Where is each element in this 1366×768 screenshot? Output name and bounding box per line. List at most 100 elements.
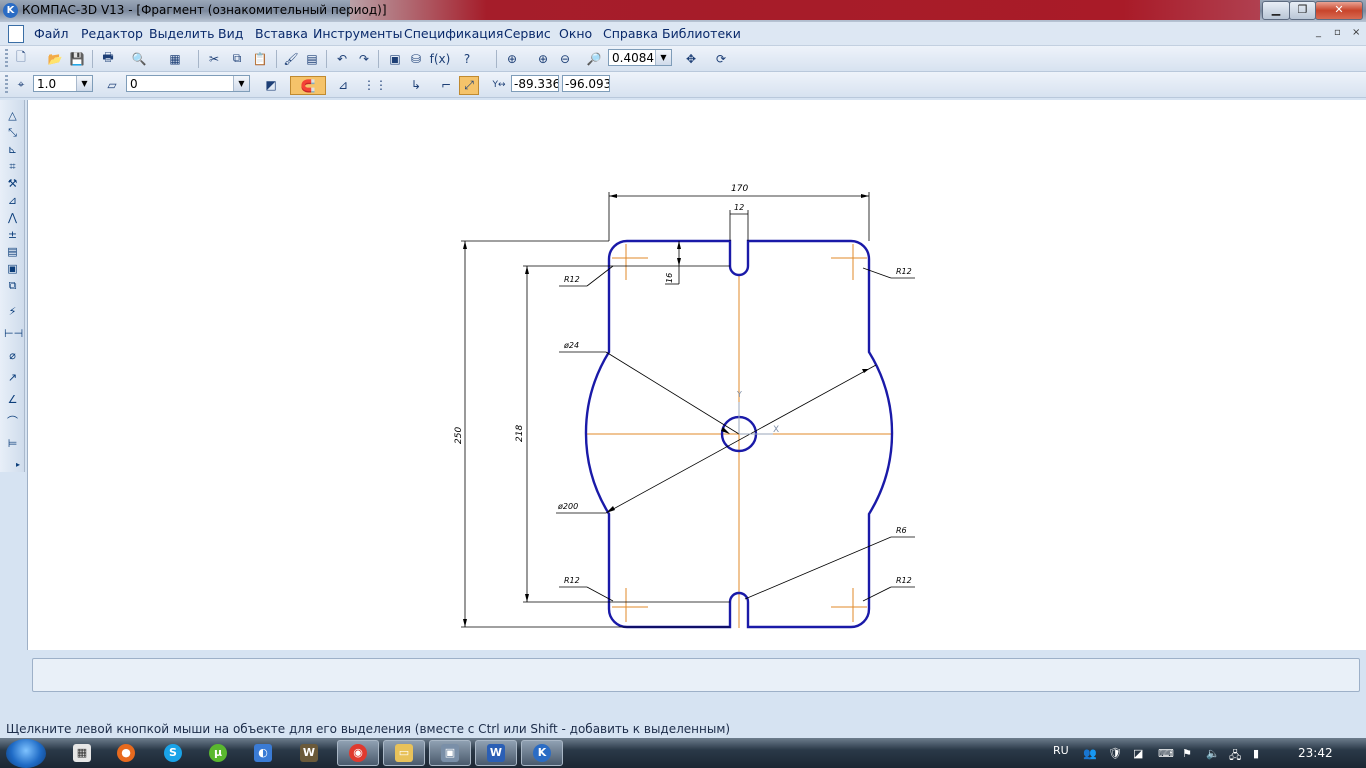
parametric-mode-icon[interactable]: ⤢ [459, 76, 479, 95]
zoom-combobox[interactable]: 0.4084 ▼ [608, 49, 672, 66]
language-indicator[interactable]: RU [1053, 744, 1069, 757]
menu-file[interactable]: Файл [34, 26, 69, 41]
menu-help[interactable]: Справка [603, 26, 658, 41]
menu-specification[interactable]: Спецификация [404, 26, 503, 41]
tray-keyboard-icon[interactable]: ⌨ [1158, 747, 1174, 760]
diameter-dim-icon[interactable]: ⌀ [4, 348, 21, 363]
tray-antivirus-icon[interactable]: 🛡 [1108, 747, 1122, 760]
redo-icon[interactable]: ↷ [355, 50, 373, 67]
drawing-canvas[interactable]: 170 12 16 250 218 R12 R12 R12 R12 R6 ø24… [27, 100, 1366, 650]
cursor-y-field[interactable]: -96.093 [562, 75, 610, 92]
doc-restore-button[interactable]: ▫ [1334, 27, 1341, 38]
firefox-icon[interactable]: ● [108, 740, 144, 766]
chevron-down-icon[interactable]: ▼ [655, 50, 671, 65]
paste-icon[interactable]: 📋 [251, 50, 269, 67]
menu-window[interactable]: Окно [559, 26, 592, 41]
toolbar-grip[interactable] [5, 75, 8, 94]
help-pointer-icon[interactable]: ? [458, 50, 476, 67]
leader-icon[interactable]: ⊨ [4, 436, 21, 451]
orthogonal-icon[interactable]: ⊿ [334, 76, 352, 93]
layer-combobox[interactable]: 0 ▼ [126, 75, 250, 92]
word-icon[interactable]: W [475, 740, 517, 766]
editing-icon[interactable]: ⌗ [4, 159, 21, 174]
point-snap-icon[interactable]: ⚡ [4, 304, 21, 319]
chevron-down-icon[interactable]: ▼ [76, 76, 92, 91]
step-combobox[interactable]: 1.0 ▼ [33, 75, 93, 92]
zoom-out-icon[interactable]: ⊖ [556, 50, 574, 67]
tray-flag-icon[interactable]: ⚑ [1182, 747, 1192, 760]
parametrization-icon[interactable]: ⚒ [4, 176, 21, 191]
toolbar-grip[interactable] [5, 49, 8, 68]
zoom-all-icon[interactable]: 🔎 [585, 50, 603, 67]
zoom-in-icon[interactable]: ⊕ [534, 50, 552, 67]
kompas-icon[interactable]: K [521, 740, 563, 766]
expand-arrow-icon[interactable]: ▸ [14, 457, 22, 472]
grid-icon[interactable]: ⋮⋮ [363, 76, 387, 93]
menu-service[interactable]: Сервис [504, 26, 551, 41]
menu-editor[interactable]: Редактор [81, 26, 143, 41]
manager-icon[interactable]: ▦ [166, 50, 184, 67]
menu-view[interactable]: Вид [218, 26, 243, 41]
menu-libraries[interactable]: Библиотеки [662, 26, 741, 41]
menu-tools[interactable]: Инструменты [313, 26, 402, 41]
selection-icon[interactable]: ⋀ [4, 210, 21, 225]
tray-nvidia-icon[interactable]: ◪ [1133, 747, 1143, 760]
chrome-icon[interactable]: ◉ [337, 740, 379, 766]
layers-icon[interactable]: ▱ [103, 76, 121, 93]
clock[interactable]: 23:42 [1298, 746, 1333, 760]
tray-network-icon[interactable]: 🖧 [1229, 747, 1241, 766]
new-document-icon[interactable]: 🗋 [12, 50, 30, 67]
copy-icon[interactable]: ⧉ [228, 50, 246, 67]
properties-icon[interactable]: ▤ [303, 50, 321, 67]
minimize-button[interactable]: ▁ [1262, 1, 1290, 20]
explorer-icon[interactable]: ▦ [64, 740, 100, 766]
reports-icon[interactable]: ▣ [4, 261, 21, 276]
dimensions-icon[interactable]: ⤡ [4, 125, 21, 140]
local-cs-icon[interactable]: ↳ [407, 76, 425, 93]
world-of-tanks-icon[interactable]: W [291, 740, 327, 766]
refresh-icon[interactable]: ⟳ [712, 50, 730, 67]
geometry-icon[interactable]: △ [4, 108, 21, 123]
doc-minimize-button[interactable]: _ [1316, 27, 1321, 38]
linear-dim-icon[interactable]: ⊢⊣ [4, 326, 23, 341]
zoom-window-icon[interactable]: ⊕ [503, 50, 521, 67]
function-icon[interactable]: f(x) [429, 50, 451, 67]
close-button[interactable]: ✕ [1315, 1, 1363, 20]
open-folder-icon[interactable]: 📂 [46, 50, 64, 67]
format-brush-icon[interactable]: 🖌 [282, 50, 300, 67]
variables-icon[interactable]: ⛁ [407, 50, 425, 67]
undo-icon[interactable]: ↶ [333, 50, 351, 67]
associative-views-icon[interactable]: ± [4, 227, 21, 242]
ortho-mode-icon[interactable]: ⌐ [437, 76, 455, 93]
skype-icon[interactable]: S [155, 740, 191, 766]
cut-icon[interactable]: ✂ [205, 50, 223, 67]
start-button[interactable] [6, 739, 46, 768]
doc-close-button[interactable]: × [1352, 27, 1360, 38]
pan-icon[interactable]: ✥ [682, 50, 700, 67]
measure-icon[interactable]: ⊿ [4, 193, 21, 208]
maximize-button[interactable]: ❐ [1289, 1, 1316, 20]
tray-signal-icon[interactable]: ▮ [1253, 747, 1259, 760]
utorrent-icon[interactable]: µ [200, 740, 236, 766]
tray-volume-icon[interactable]: 🔈 [1206, 747, 1220, 760]
snap-magnet-icon[interactable]: 🧲 [290, 76, 326, 95]
window-titlebar[interactable]: K КОМПАС-3D V13 - [Фрагмент (ознакомител… [0, 0, 1366, 22]
monitor-icon[interactable]: ▣ [429, 740, 471, 766]
spec-icon[interactable]: ▤ [4, 244, 21, 259]
save-icon[interactable]: 💾 [68, 50, 86, 67]
style-icon[interactable]: ◩ [262, 76, 280, 93]
radial-dim-icon[interactable]: ↗ [4, 370, 21, 385]
chevron-down-icon[interactable]: ▼ [233, 76, 249, 91]
arc-dim-icon[interactable]: ⌒ [4, 414, 21, 429]
angular-dim-icon[interactable]: ∠ [4, 392, 21, 407]
document-icon[interactable] [8, 25, 24, 43]
print-icon[interactable]: 🖶 [99, 50, 117, 67]
preview-icon[interactable]: 🔍 [130, 50, 148, 67]
menu-select[interactable]: Выделить [149, 26, 215, 41]
notation-icon[interactable]: ⊾ [4, 142, 21, 157]
app-icon[interactable]: ◐ [245, 740, 281, 766]
cursor-x-field[interactable]: -89.336 [511, 75, 559, 92]
step-icon[interactable]: ⌖ [12, 76, 30, 93]
insert-icon[interactable]: ⧉ [4, 278, 21, 293]
tray-user-icon[interactable]: 👥 [1083, 747, 1097, 760]
